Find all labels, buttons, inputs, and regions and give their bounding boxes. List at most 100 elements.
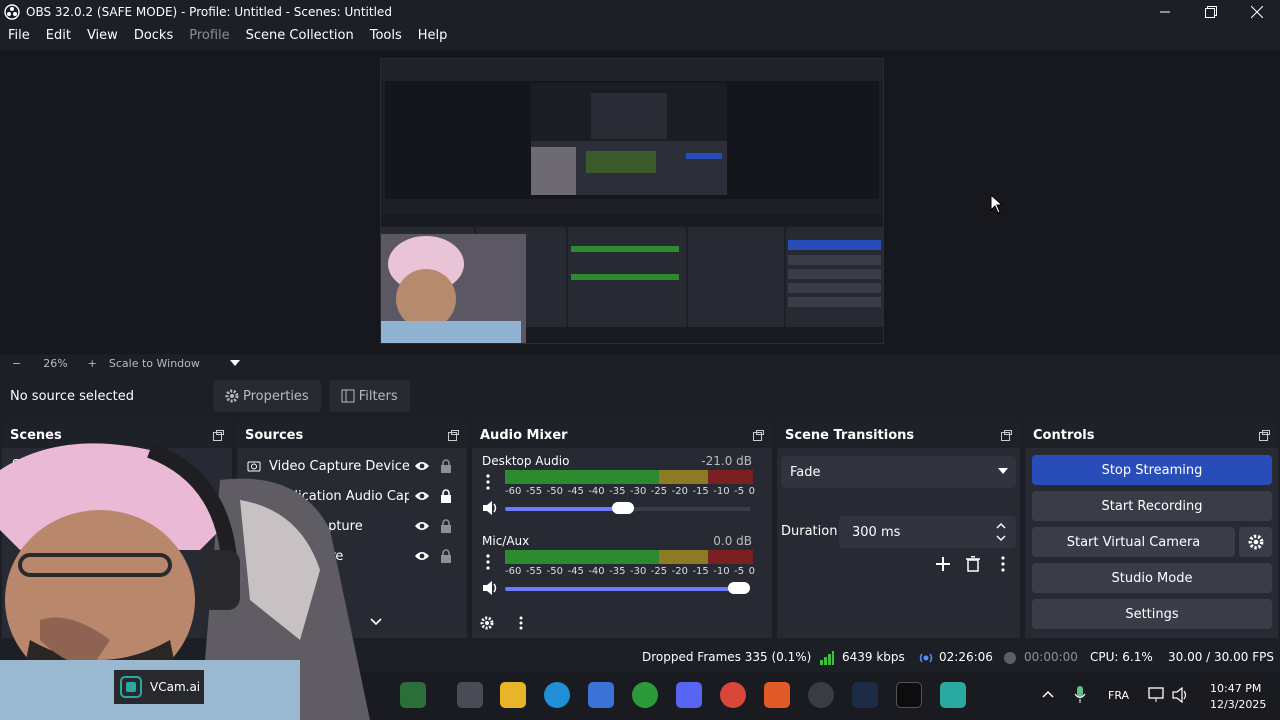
vcam-taskbar-icon[interactable] (940, 682, 966, 708)
zoom-in-button[interactable]: + (82, 357, 103, 370)
file-explorer-icon[interactable] (500, 682, 526, 708)
scale-tick: -25 (650, 486, 668, 497)
menu-profile[interactable]: Profile (181, 24, 237, 48)
scale-tick: -5 (734, 566, 745, 577)
gear-icon[interactable] (480, 616, 494, 630)
scale-tick: -50 (546, 566, 563, 577)
close-icon (1251, 6, 1263, 18)
undock-icon[interactable] (753, 429, 764, 441)
menu-scene-collection[interactable]: Scene Collection (238, 24, 362, 48)
lock-icon[interactable] (440, 519, 452, 533)
preview-canvas[interactable] (380, 58, 884, 344)
undock-icon[interactable] (213, 429, 224, 441)
chevron-down-icon[interactable] (229, 359, 240, 367)
scale-tick: -55 (525, 566, 543, 577)
brave-icon[interactable] (764, 682, 790, 708)
scale-tick: -20 (671, 566, 688, 577)
steam-icon[interactable] (852, 682, 878, 708)
chevron-up-icon[interactable] (1042, 690, 1054, 698)
spinner-arrows-icon[interactable] (996, 521, 1006, 543)
selected-source-label: No source selected (10, 388, 134, 404)
xbox-icon[interactable] (632, 682, 658, 708)
maximize-button[interactable] (1188, 0, 1234, 24)
input-language[interactable]: FRA (1108, 689, 1129, 702)
start-recording-button[interactable]: Start Recording (1032, 491, 1272, 521)
store-icon[interactable] (588, 682, 614, 708)
speaker-icon[interactable] (482, 500, 500, 516)
undock-icon[interactable] (1001, 429, 1012, 441)
speaker-icon[interactable] (482, 580, 500, 596)
undock-icon[interactable] (1259, 429, 1270, 441)
volume-slider-handle[interactable] (612, 502, 634, 514)
lock-icon[interactable] (440, 549, 452, 563)
signal-bars-icon (820, 651, 834, 665)
chrome-icon[interactable] (720, 682, 746, 708)
scale-mode-label[interactable]: Scale to Window (103, 357, 206, 370)
properties-label: Properties (243, 388, 309, 404)
controls-title: Controls (1033, 427, 1095, 443)
duration-field[interactable]: 300 ms (839, 516, 1016, 548)
visibility-eye-icon[interactable] (414, 550, 430, 562)
lock-icon[interactable] (440, 489, 452, 503)
menu-help[interactable]: Help (410, 24, 456, 48)
filters-button[interactable]: Filters (328, 380, 410, 412)
microphone-icon[interactable] (1074, 686, 1086, 704)
network-icon[interactable] (1148, 687, 1166, 703)
clock-date[interactable]: 12/3/2025 (1210, 698, 1266, 711)
scale-tick: -10 (713, 566, 730, 577)
more-options-icon[interactable] (486, 474, 490, 490)
volume-slider-rest (623, 507, 750, 511)
discord-icon[interactable] (676, 682, 702, 708)
app-icon[interactable] (896, 682, 922, 708)
scale-tick: 0 (748, 486, 755, 497)
studio-mode-button[interactable]: Studio Mode (1032, 563, 1272, 593)
more-options-icon[interactable] (486, 554, 490, 570)
more-options-icon[interactable] (1001, 556, 1005, 572)
virtual-camera-settings-button[interactable] (1239, 527, 1272, 557)
controls-dock-header: Controls (1025, 422, 1278, 448)
settings-button[interactable]: Settings (1032, 599, 1272, 629)
scale-tick: -30 (629, 486, 647, 497)
zoom-out-button[interactable]: − (6, 357, 27, 370)
trash-icon[interactable] (966, 556, 980, 572)
undock-icon[interactable] (448, 429, 459, 441)
preview-zoom-bar: − 26% + Scale to Window (0, 354, 1280, 372)
volume-icon[interactable] (1172, 687, 1190, 703)
chevron-down-icon[interactable] (370, 618, 382, 626)
mixer-channel-mic-aux: Mic/Aux 0.0 dB -60 -55 -50 -45 -40 -35 -30 -25-… (472, 528, 772, 608)
volume-slider-handle[interactable] (728, 582, 750, 594)
visibility-eye-icon[interactable] (414, 490, 430, 502)
close-button[interactable] (1234, 0, 1280, 24)
more-options-icon[interactable] (519, 616, 523, 630)
properties-button[interactable]: Properties (213, 380, 321, 412)
menu-edit[interactable]: Edit (38, 24, 79, 48)
record-time: 00:00:00 (1024, 650, 1078, 664)
start-virtual-camera-button[interactable]: Start Virtual Camera (1032, 527, 1235, 557)
task-view-icon[interactable] (457, 682, 483, 708)
transition-select[interactable]: Fade (781, 456, 1016, 488)
widgets-icon[interactable] (400, 682, 426, 708)
volume-slider[interactable] (505, 587, 750, 591)
lock-icon[interactable] (440, 459, 452, 473)
minimize-icon (1160, 11, 1170, 13)
menu-tools[interactable]: Tools (362, 24, 410, 48)
visibility-eye-icon[interactable] (414, 520, 430, 532)
menu-docks[interactable]: Docks (126, 24, 181, 48)
filter-icon (341, 389, 355, 403)
scale-tick: -50 (546, 486, 563, 497)
stop-streaming-button[interactable]: Stop Streaming (1032, 455, 1272, 485)
channel-db: -21.0 dB (701, 454, 752, 468)
volume-meter (505, 550, 753, 564)
title-bar: OBS 32.0.2 (SAFE MODE) - Profile: Untitl… (0, 0, 1280, 24)
add-icon[interactable] (935, 556, 951, 572)
edge-browser-icon[interactable] (544, 682, 570, 708)
scene-transitions-dock: Scene Transitions Fade Duration 300 ms (777, 422, 1020, 638)
obs-taskbar-icon[interactable] (808, 682, 834, 708)
fps: 30.00 / 30.00 FPS (1168, 650, 1274, 664)
menu-view[interactable]: View (79, 24, 126, 48)
visibility-eye-icon[interactable] (414, 460, 430, 472)
scale-tick: -30 (629, 566, 647, 577)
minimize-button[interactable] (1142, 0, 1188, 24)
menu-file[interactable]: File (0, 24, 38, 48)
clock-time[interactable]: 10:47 PM (1210, 682, 1261, 695)
